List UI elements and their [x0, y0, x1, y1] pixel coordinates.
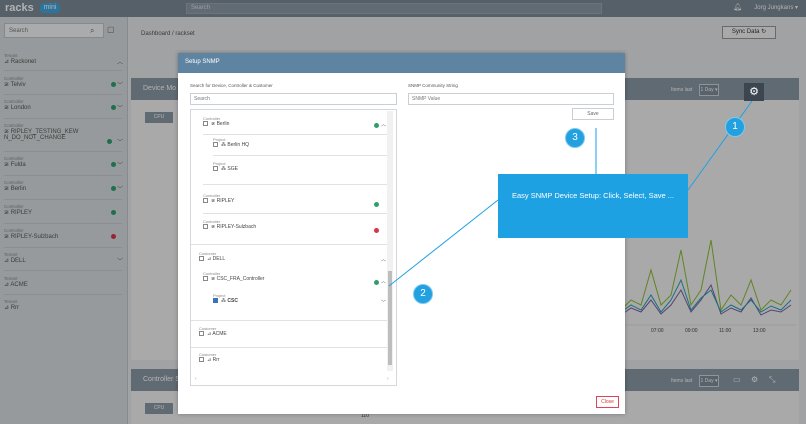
dialog-header: Setup SNMP [178, 53, 625, 73]
checkbox[interactable] [213, 142, 218, 148]
checkbox-checked[interactable] [213, 298, 218, 304]
chevron-down-icon[interactable]: ﹀ [381, 299, 386, 306]
tree-node-csc-fra[interactable]: Controller ≆ CSC_FRA_Controller [203, 271, 264, 282]
status-dot [374, 280, 379, 285]
tree-node-csc[interactable]: Project ⁂ CSC [213, 293, 238, 304]
tree-node-ripley[interactable]: Controller ≆ RIPLEY [203, 193, 234, 204]
close-button[interactable]: Close [596, 396, 619, 408]
tree-node-ripley-sulzbach[interactable]: Controller ≆ RIPLEY-Sulzbach [203, 219, 256, 230]
tree-node-sge[interactable]: Project ⁂ SGE [213, 161, 238, 172]
checkbox[interactable] [203, 121, 208, 127]
checkbox[interactable] [213, 166, 218, 172]
scroll-right-icon[interactable]: › [387, 376, 389, 382]
scroll-left-icon[interactable]: ‹ [195, 376, 197, 382]
callout-step-3: 3 [565, 128, 585, 148]
device-tree: Controller ≆ Berlin ︿ Project ⁂ Berlin H… [190, 109, 397, 386]
device-search-input[interactable]: Search [190, 93, 397, 105]
tree-node-rrr[interactable]: Customer ⊿ Rrr [199, 352, 220, 363]
status-dot [374, 228, 379, 233]
save-button[interactable]: Save [572, 108, 614, 120]
checkbox[interactable] [203, 198, 208, 204]
checkbox[interactable] [199, 331, 204, 337]
tree-node-acme[interactable]: Customer ⊿ ACME [199, 326, 227, 337]
tree-node-dell[interactable]: Customer ⊿ DELL [199, 251, 225, 262]
callout-step-1: 1 [725, 117, 745, 137]
community-label: SNMP Community String [408, 83, 458, 88]
status-dot [374, 202, 379, 207]
dialog-title: Setup SNMP [185, 59, 220, 65]
tree-node-berlin-hq[interactable]: Project ⁂ Berlin HQ [213, 137, 249, 148]
snmp-community-input[interactable]: SNMP Value [408, 93, 614, 105]
callout-step-2: 2 [413, 284, 433, 304]
chevron-up-icon[interactable]: ︿ [381, 278, 386, 285]
chevron-up-icon[interactable]: ︿ [381, 121, 386, 128]
snmp-settings-gear-icon[interactable]: ⚙ [744, 83, 764, 101]
checkbox[interactable] [203, 276, 208, 282]
tree-scrollbar-thumb[interactable] [388, 271, 392, 365]
chevron-up-icon[interactable]: ︿ [381, 256, 386, 263]
callout-description: Easy SNMP Device Setup: Click, Select, S… [498, 174, 688, 238]
tree-node-berlin[interactable]: Controller ≆ Berlin [203, 116, 229, 127]
checkbox[interactable] [199, 357, 204, 363]
search-label: Search for Device, Controller & Customer [190, 83, 273, 88]
callout-text: Easy SNMP Device Setup: Click, Select, S… [511, 191, 674, 200]
checkbox[interactable] [203, 224, 208, 230]
status-dot [374, 123, 379, 128]
checkbox[interactable] [199, 256, 204, 262]
